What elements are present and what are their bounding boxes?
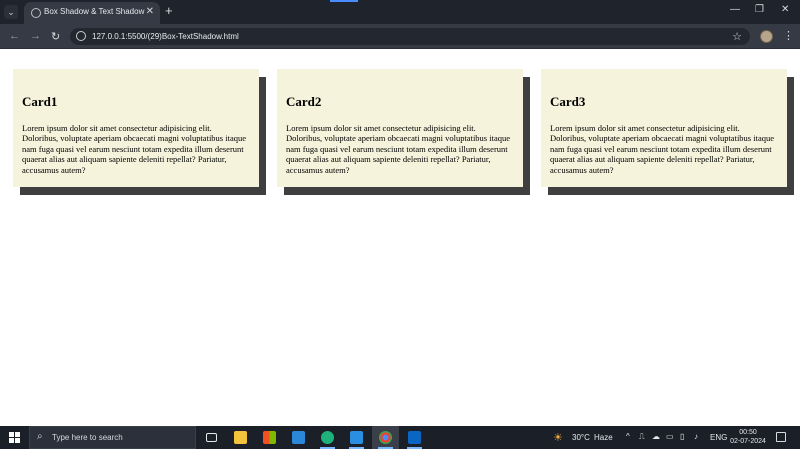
usb-icon[interactable]: ⎍: [639, 432, 645, 442]
taskbar-search-box[interactable]: ⌕ Type here to search: [29, 426, 196, 449]
more-menu-icon[interactable]: ⋮: [783, 29, 794, 42]
card-1: Card1 Lorem ipsum dolor sit amet consect…: [13, 69, 259, 187]
card-text: Lorem ipsum dolor sit amet consectetur a…: [550, 123, 775, 175]
language-indicator[interactable]: ENG: [710, 433, 727, 449]
bookmark-star-icon[interactable]: ☆: [732, 30, 742, 43]
clock-date: 02-07-2024: [730, 438, 766, 445]
minimize-button[interactable]: —: [730, 4, 740, 15]
battery-icon[interactable]: ▭: [666, 432, 674, 441]
profile-avatar[interactable]: [760, 30, 773, 43]
tab-strip-accent: [330, 0, 358, 2]
network-icon[interactable]: ▯: [680, 432, 684, 441]
notification-icon[interactable]: [776, 432, 786, 442]
globe-icon: [31, 8, 41, 18]
browser-tab-strip: ⌄ Box Shadow & Text Shadow ✕ + — ❐ ✕: [0, 0, 800, 24]
back-arrow-icon[interactable]: ←: [9, 30, 20, 42]
chrome-icon[interactable]: [372, 426, 399, 449]
clock[interactable]: 00:50 02-07-2024: [726, 428, 770, 446]
task-view-icon[interactable]: [198, 426, 225, 449]
weather-temperature[interactable]: 30°C: [572, 433, 590, 449]
tab-title: Box Shadow & Text Shadow: [44, 7, 145, 16]
browser-tab[interactable]: Box Shadow & Text Shadow ✕: [24, 2, 160, 24]
volume-icon[interactable]: ♪: [694, 432, 698, 441]
clock-time: 00:50: [739, 429, 757, 436]
restore-button[interactable]: ❐: [755, 4, 764, 15]
card-text: Lorem ipsum dolor sit amet consectetur a…: [286, 123, 511, 175]
page-viewport: Card1 Lorem ipsum dolor sit amet consect…: [0, 50, 800, 426]
weather-icon[interactable]: ☀: [553, 431, 563, 444]
card-2: Card2 Lorem ipsum dolor sit amet consect…: [277, 69, 523, 187]
site-info-icon[interactable]: [76, 31, 86, 41]
tab-search-icon[interactable]: ⌄: [4, 5, 18, 19]
taskbar: ⌕ Type here to search ☀ 30°C Haze ^ ⎍ ☁ …: [0, 426, 800, 449]
vscode-icon[interactable]: [343, 426, 370, 449]
chevron-up-icon[interactable]: ^: [626, 432, 630, 441]
url-input[interactable]: 127.0.0.1:5500/(29)Box-TextShadow.html ☆: [70, 28, 750, 45]
cloud-icon[interactable]: ☁: [652, 432, 660, 441]
card-3: Card3 Lorem ipsum dolor sit amet consect…: [541, 69, 787, 187]
url-text: 127.0.0.1:5500/(29)Box-TextShadow.html: [92, 32, 239, 41]
new-tab-button[interactable]: +: [165, 3, 173, 18]
search-icon: ⌕: [37, 431, 43, 442]
weather-description[interactable]: Haze: [594, 433, 613, 449]
edge-icon[interactable]: [314, 426, 341, 449]
address-bar-row: ← → ↻ 127.0.0.1:5500/(29)Box-TextShadow.…: [0, 24, 800, 49]
card-title: Card1: [22, 94, 58, 109]
card-text: Lorem ipsum dolor sit amet consectetur a…: [22, 123, 247, 175]
reload-icon[interactable]: ↻: [51, 30, 60, 43]
mail-icon[interactable]: [285, 426, 312, 449]
card-title: Card3: [550, 94, 586, 109]
file-explorer-icon[interactable]: [227, 426, 254, 449]
linkedin-icon[interactable]: [401, 426, 428, 449]
close-window-button[interactable]: ✕: [781, 4, 789, 15]
tab-close-icon[interactable]: ✕: [146, 6, 154, 17]
microsoft-store-icon[interactable]: [256, 426, 283, 449]
taskbar-search-placeholder: Type here to search: [52, 433, 123, 442]
forward-arrow-icon[interactable]: →: [30, 30, 41, 42]
card-title: Card2: [286, 94, 322, 109]
windows-start-icon[interactable]: [9, 432, 20, 443]
